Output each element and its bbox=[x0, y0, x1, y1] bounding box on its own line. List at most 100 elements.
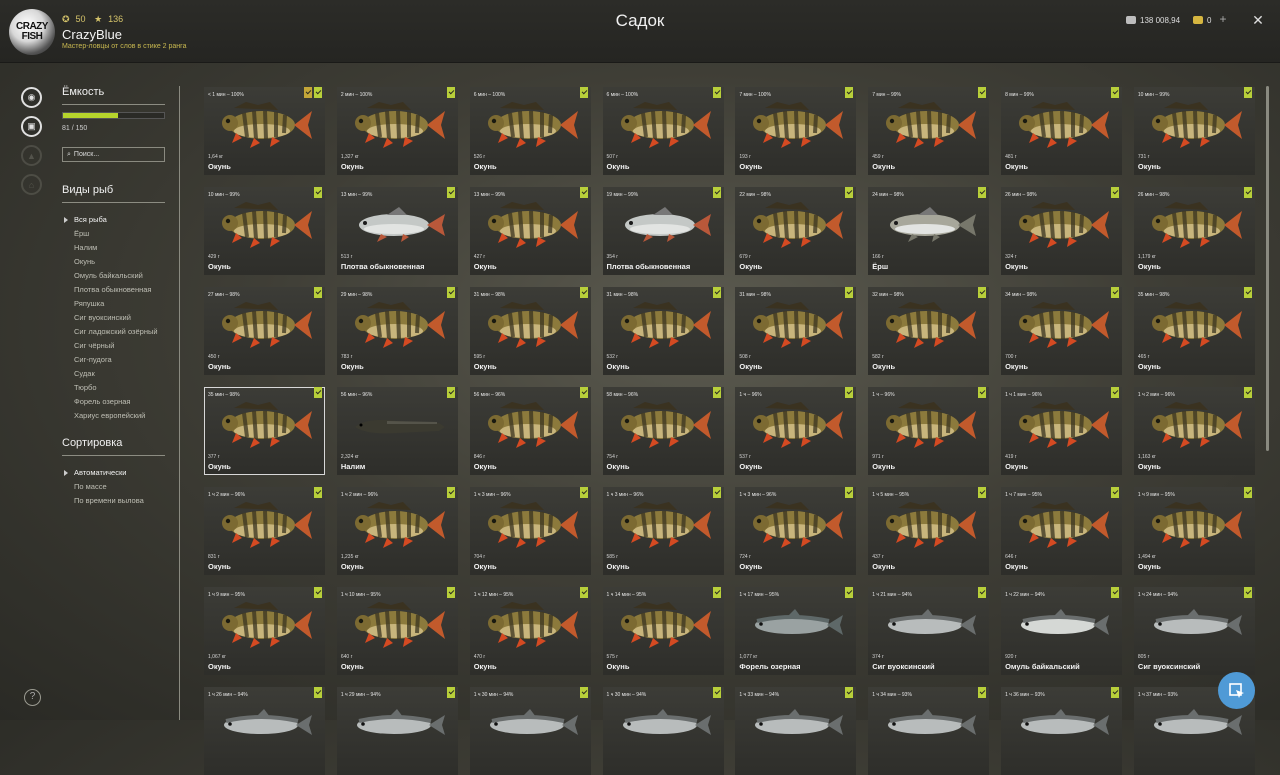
fish-card[interactable]: 1 ч 7 мин – 95% 646 г Окунь bbox=[1001, 487, 1123, 575]
species-filter-item[interactable]: Тюрбо bbox=[62, 381, 172, 395]
fish-card[interactable]: 1 ч 33 мин – 94% bbox=[735, 687, 857, 775]
inventory-nav-icon[interactable]: ▣ bbox=[21, 116, 42, 137]
fish-card[interactable]: 1 ч – 96% 537 г Окунь bbox=[735, 387, 857, 475]
species-filter-item[interactable]: Вся рыба bbox=[62, 213, 172, 227]
fish-weight: 481 г bbox=[1005, 154, 1017, 160]
fish-card[interactable]: < 1 мин – 100% 1,64 кг Окунь bbox=[204, 87, 325, 175]
fish-card[interactable]: 8 мин – 99% 481 г Окунь bbox=[1001, 87, 1123, 175]
catch-time: 1 ч 2 мин – 96% bbox=[340, 492, 378, 498]
close-button[interactable]: ✕ bbox=[1251, 13, 1265, 27]
fish-card[interactable]: 22 мин – 98% 679 г Окунь bbox=[735, 187, 857, 275]
fish-card[interactable]: 1 ч 9 мин – 95% 1,067 кг Окунь bbox=[204, 587, 325, 675]
fish-card[interactable]: 1 ч 14 мин – 95% 575 г Окунь bbox=[602, 587, 724, 675]
keepnet-nav-icon[interactable]: ◉ bbox=[21, 87, 42, 108]
fish-card[interactable]: 1 ч 3 мин – 96% 585 г Окунь bbox=[602, 487, 724, 575]
fish-card[interactable]: 56 мин – 96% 2,324 кг Налим bbox=[336, 387, 458, 475]
home-nav-icon[interactable]: ⌂ bbox=[21, 174, 42, 195]
fish-card[interactable]: 1 ч 1 мин – 96% 419 г Окунь bbox=[1001, 387, 1123, 475]
fish-card[interactable]: 56 мин – 96% 846 г Окунь bbox=[469, 387, 591, 475]
species-filter-item[interactable]: Окунь bbox=[62, 255, 172, 269]
species-filter-item[interactable]: Плотва обыкновенная bbox=[62, 285, 172, 294]
fish-card[interactable]: 7 мин – 100% 193 г Окунь bbox=[735, 87, 857, 175]
fish-name: Окунь bbox=[872, 462, 896, 471]
species-filter-item[interactable]: Ёрш bbox=[62, 227, 172, 241]
fish-card[interactable]: 6 мин – 100% 526 г Окунь bbox=[469, 87, 591, 175]
fish-card[interactable]: 6 мин – 100% 507 г Окунь bbox=[602, 87, 724, 175]
fish-card[interactable]: 1 ч 22 мин – 94% 920 г Омуль байкальский bbox=[1001, 587, 1123, 675]
fish-card[interactable]: 32 мин – 98% 582 г Окунь bbox=[868, 287, 990, 375]
fish-weight: 1,64 кг bbox=[208, 154, 224, 160]
fish-card[interactable]: 1 ч 10 мин – 95% 640 г Окунь bbox=[336, 587, 458, 675]
fish-card[interactable]: 1 ч 34 мин – 93% bbox=[868, 687, 990, 775]
fish-card[interactable]: 13 мин – 99% 427 г Окунь bbox=[469, 187, 591, 275]
fish-card[interactable]: 1 ч 2 мин – 96% 1,235 кг Окунь bbox=[336, 487, 458, 575]
fish-card[interactable]: 26 мин – 98% 1,179 кг Окунь bbox=[1133, 187, 1255, 275]
fish-card[interactable]: 35 мин – 98% 465 г Окунь bbox=[1133, 287, 1255, 375]
check-badge-icon bbox=[712, 187, 721, 198]
fish-card[interactable]: 1 ч 26 мин – 94% bbox=[204, 687, 325, 775]
sort-option[interactable]: Автоматически bbox=[62, 466, 172, 480]
fish-card[interactable]: 31 мин – 98% 532 г Окунь bbox=[602, 287, 724, 375]
fish-card[interactable]: 27 мин – 98% 450 г Окунь bbox=[204, 287, 325, 375]
help-icon[interactable]: ? bbox=[24, 689, 41, 706]
species-filter-item[interactable]: Судак bbox=[62, 367, 172, 381]
fish-card[interactable]: 1 ч 2 мин – 96% 1,163 кг Окунь bbox=[1133, 387, 1255, 475]
species-filter-item[interactable]: Омуль байкальский bbox=[62, 269, 172, 283]
fish-card[interactable]: 1 ч 3 мин – 96% 724 г Окунь bbox=[735, 487, 857, 575]
check-badge-icon bbox=[712, 87, 721, 98]
species-filter-item[interactable]: Хариус европейский bbox=[62, 409, 172, 423]
species-filter-item[interactable]: Сиг вуоксинский bbox=[62, 311, 172, 325]
fish-weight: 429 г bbox=[208, 254, 220, 260]
sort-option[interactable]: По времени вылова bbox=[62, 494, 172, 508]
search-box[interactable]: ⌕ bbox=[62, 147, 165, 162]
species-filter-item[interactable]: Сиг ладожский озёрный bbox=[62, 327, 172, 336]
fish-card[interactable]: 29 мин – 98% 783 г Окунь bbox=[336, 287, 458, 375]
fish-card[interactable]: 58 мин – 96% 754 г Окунь bbox=[602, 387, 724, 475]
check-badge-icon bbox=[446, 387, 455, 398]
fish-card[interactable]: 1 ч 3 мин – 96% 704 г Окунь bbox=[469, 487, 591, 575]
fish-card[interactable]: 31 мин – 98% 595 г Окунь bbox=[469, 287, 591, 375]
card-badges bbox=[712, 287, 721, 298]
fish-card[interactable]: 1 ч – 96% 971 г Окунь bbox=[868, 387, 990, 475]
check-badge-icon bbox=[845, 587, 854, 598]
fish-card[interactable]: 1 ч 9 мин – 95% 1,494 кг Окунь bbox=[1133, 487, 1255, 575]
species-filter-item[interactable]: Ряпушка bbox=[62, 297, 172, 311]
sort-option[interactable]: По массе bbox=[62, 480, 172, 494]
fish-card[interactable]: 26 мин – 98% 324 г Окунь bbox=[1001, 187, 1123, 275]
fish-card[interactable]: 10 мин – 99% 731 г Окунь bbox=[1133, 87, 1255, 175]
add-gold-button[interactable]: + bbox=[1217, 13, 1229, 25]
catch-time: 1 ч 3 мин – 96% bbox=[606, 492, 644, 498]
fish-name: Окунь bbox=[340, 662, 364, 671]
fish-name: Окунь bbox=[739, 562, 763, 571]
species-filter-item[interactable]: Налим bbox=[62, 241, 172, 255]
grid-scrollbar[interactable] bbox=[1266, 86, 1269, 451]
fish-card[interactable]: 1 ч 21 мин – 94% 374 г Сиг вуоксинский bbox=[868, 587, 990, 675]
fish-card[interactable]: 13 мин – 99% 513 г Плотва обыкновенная bbox=[336, 187, 458, 275]
fish-card[interactable]: 24 мин – 98% 166 г Ёрш bbox=[868, 187, 990, 275]
fish-card[interactable]: 1 ч 12 мин – 95% 470 г Окунь bbox=[469, 587, 591, 675]
fish-weight: 450 г bbox=[208, 354, 220, 360]
fish-card[interactable]: 31 мин – 98% 508 г Окунь bbox=[735, 287, 857, 375]
species-filter-item[interactable]: Сиг-пудога bbox=[62, 353, 172, 367]
fish-card[interactable]: 1 ч 29 мин – 94% bbox=[336, 687, 458, 775]
fish-card[interactable]: 1 ч 17 мин – 95% 1,077 кг Форель озерная bbox=[735, 587, 857, 675]
fish-card[interactable]: 1 ч 5 мин – 95% 437 г Окунь bbox=[868, 487, 990, 575]
fish-card[interactable]: 34 мин – 98% 700 г Окунь bbox=[1001, 287, 1123, 375]
card-badges bbox=[446, 487, 455, 498]
fish-card[interactable]: 1 ч 30 мин – 94% bbox=[469, 687, 591, 775]
search-input[interactable] bbox=[70, 151, 154, 158]
fish-card[interactable]: 2 мин – 100% 1,327 кг Окунь bbox=[336, 87, 458, 175]
fish-card[interactable]: 1 ч 2 мин – 96% 831 г Окунь bbox=[204, 487, 325, 575]
species-filter-item[interactable]: Сиг чёрный bbox=[62, 339, 172, 353]
cursor-mode-button[interactable] bbox=[1218, 672, 1255, 709]
fish-card[interactable]: 35 мин – 98% 377 г Окунь bbox=[204, 387, 325, 475]
species-filter-item[interactable]: Форель озерная bbox=[62, 395, 172, 409]
fish-card[interactable]: 1 ч 24 мин – 94% 805 г Сиг вуоксинский bbox=[1133, 587, 1255, 675]
fish-card[interactable]: 1 ч 30 мин – 94% bbox=[602, 687, 724, 775]
fish-card[interactable]: 1 ч 36 мин – 93% bbox=[1001, 687, 1123, 775]
fish-card[interactable]: 7 мин – 99% 459 г Окунь bbox=[868, 87, 990, 175]
fire-nav-icon[interactable]: ▲ bbox=[21, 145, 42, 166]
fish-weight: 2,324 кг bbox=[340, 454, 359, 460]
fish-card[interactable]: 19 мин – 99% 354 г Плотва обыкновенная bbox=[602, 187, 724, 275]
fish-card[interactable]: 10 мин – 99% 429 г Окунь bbox=[204, 187, 325, 275]
